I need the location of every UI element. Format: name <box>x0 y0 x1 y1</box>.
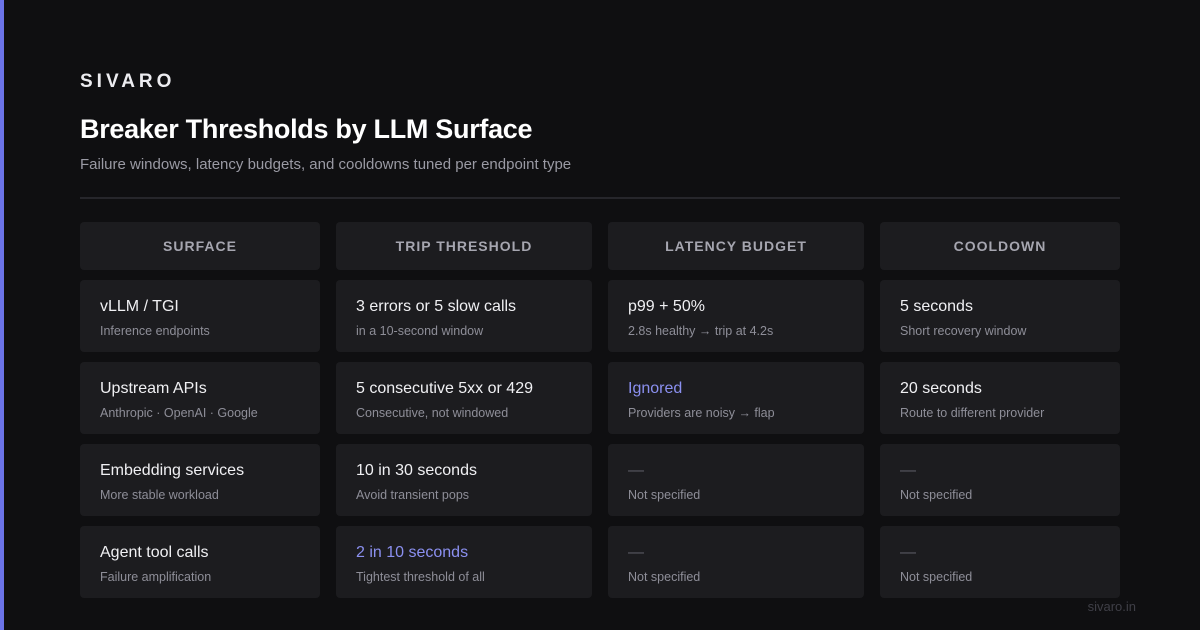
cell-secondary: Avoid transient pops <box>356 488 470 502</box>
table-cell: — Not specified <box>608 526 864 598</box>
cell-primary-highlight: 2 in 10 seconds <box>356 544 469 561</box>
cell-primary-dash: — <box>628 544 644 561</box>
table-cell: Embedding services More stable workload <box>80 444 320 516</box>
table-cell: Ignored Providers are noisy → flap <box>608 362 864 434</box>
cell-primary: Agent tool calls <box>100 544 209 561</box>
table-cell: p99 + 50% 2.8s healthy → trip at 4.2s <box>608 280 864 352</box>
cell-secondary: Tightest threshold of all <box>356 570 485 584</box>
cell-secondary: Route to different provider <box>900 406 1045 420</box>
cell-secondary: in a 10-second window <box>356 324 484 338</box>
cell-primary: vLLM / TGI <box>100 298 179 315</box>
table-cell: 20 seconds Route to different provider <box>880 362 1120 434</box>
column-header-trip-threshold: TRIP THRESHOLD <box>336 222 592 270</box>
cell-secondary: Not specified <box>628 570 701 584</box>
table-cell: 5 consecutive 5xx or 429 Consecutive, no… <box>336 362 592 434</box>
cell-primary: Upstream APIs <box>100 380 207 397</box>
cell-primary-highlight: Ignored <box>628 380 683 397</box>
cell-secondary: Failure amplification <box>100 570 212 584</box>
cell-primary: p99 + 50% <box>628 298 705 315</box>
table-cell: vLLM / TGI Inference endpoints <box>80 280 320 352</box>
table-cell: Agent tool calls Failure amplification <box>80 526 320 598</box>
page-title: Breaker Thresholds by LLM Surface <box>80 114 533 144</box>
cell-secondary: Not specified <box>900 488 973 502</box>
cell-primary: 10 in 30 seconds <box>356 462 477 479</box>
page: SIVARO Breaker Thresholds by LLM Surface… <box>0 0 1200 630</box>
cell-primary: Embedding services <box>100 462 245 479</box>
footer-url: sivaro.in <box>1087 599 1136 614</box>
cell-primary: 3 errors or 5 slow calls <box>356 298 517 315</box>
table-cell: Upstream APIs Anthropic · OpenAI · Googl… <box>80 362 320 434</box>
cell-primary-dash: — <box>900 544 916 561</box>
cell-secondary: Not specified <box>628 488 701 502</box>
table-cell: — Not specified <box>880 526 1120 598</box>
cell-secondary: 2.8s healthy → trip at 4.2s <box>628 324 774 338</box>
column-header-latency-budget: LATENCY BUDGET <box>608 222 864 270</box>
table-cell: 2 in 10 seconds Tightest threshold of al… <box>336 526 592 598</box>
cell-secondary: Inference endpoints <box>100 324 210 338</box>
cell-primary-dash: — <box>900 462 916 479</box>
cell-secondary: Consecutive, not windowed <box>356 406 509 420</box>
page-subtitle: Failure windows, latency budgets, and co… <box>80 156 572 173</box>
cell-primary: 5 seconds <box>900 298 973 315</box>
table-cell: — Not specified <box>608 444 864 516</box>
table-cell: — Not specified <box>880 444 1120 516</box>
column-header-cooldown: COOLDOWN <box>880 222 1120 270</box>
table-cell: 10 in 30 seconds Avoid transient pops <box>336 444 592 516</box>
brand-logo: SIVARO <box>80 71 176 92</box>
cell-primary: 5 consecutive 5xx or 429 <box>356 380 533 397</box>
accent-bar <box>0 0 4 630</box>
cell-secondary: Short recovery window <box>900 324 1027 338</box>
cell-secondary: Anthropic · OpenAI · Google <box>100 406 258 420</box>
divider <box>80 197 1120 199</box>
cell-secondary: Providers are noisy → flap <box>628 406 775 420</box>
cell-primary: 20 seconds <box>900 380 982 397</box>
cell-secondary: More stable workload <box>100 488 219 502</box>
column-header-surface: SURFACE <box>80 222 320 270</box>
table-cell: 3 errors or 5 slow calls in a 10-second … <box>336 280 592 352</box>
cell-primary-dash: — <box>628 462 644 479</box>
cell-secondary: Not specified <box>900 570 973 584</box>
table-cell: 5 seconds Short recovery window <box>880 280 1120 352</box>
